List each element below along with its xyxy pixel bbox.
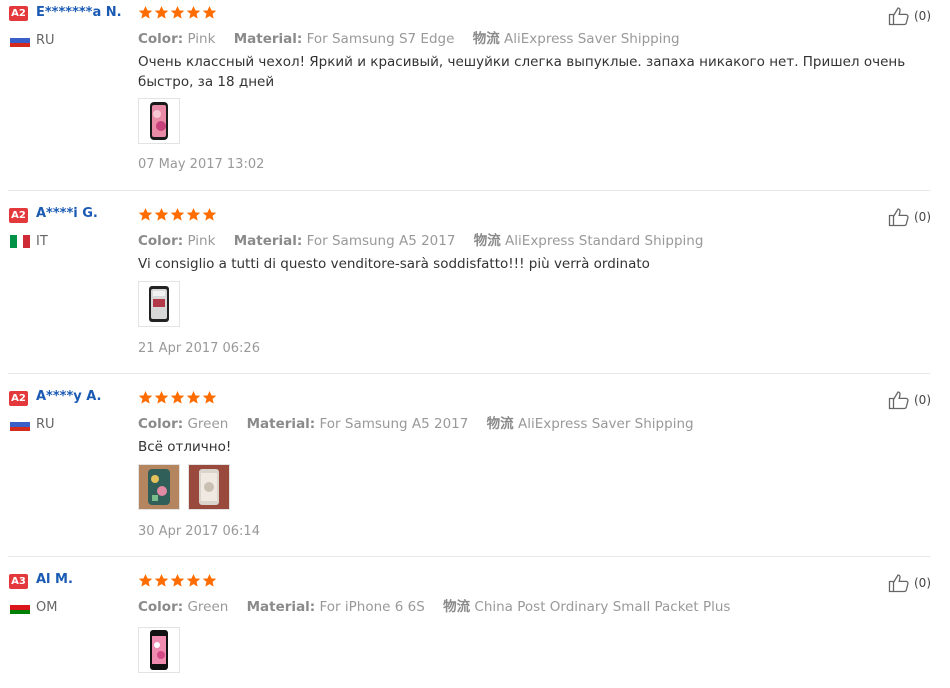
country-flag-icon	[10, 418, 30, 431]
star-icon	[202, 573, 217, 587]
star-rating	[138, 207, 217, 223]
star-icon	[202, 5, 217, 19]
review-photo-thumbnail[interactable]	[138, 98, 180, 144]
star-rating	[138, 5, 217, 21]
review-item: A2 A****i G. IT Color: Pink Material: Fo…	[0, 191, 950, 373]
order-attributes: Color: Green Material: For iPhone 6 6S 物…	[138, 595, 730, 615]
material-value: For Samsung A5 2017	[319, 416, 469, 432]
shipping-label: 物流	[472, 31, 500, 47]
country-flag-icon	[10, 601, 30, 614]
shipping-label: 物流	[443, 599, 471, 615]
star-icon	[138, 573, 153, 587]
review-date: 30 Apr 2017 06:14	[138, 524, 260, 539]
thumbs-up-icon	[888, 391, 909, 410]
order-attributes: Color: Green Material: For Samsung A5 20…	[138, 412, 694, 432]
star-icon	[186, 207, 201, 221]
buyer-level-badge: A3	[9, 574, 28, 589]
star-icon	[154, 390, 169, 404]
shipping-value: AliExpress Standard Shipping	[505, 233, 704, 249]
country-flag-icon	[10, 34, 30, 47]
star-icon	[154, 573, 169, 587]
review-photo-thumbnail[interactable]	[138, 464, 180, 510]
star-icon	[202, 390, 217, 404]
star-icon	[138, 207, 153, 221]
star-icon	[170, 390, 185, 404]
material-label: Material:	[246, 416, 316, 432]
helpful-button[interactable]: (0)	[888, 390, 931, 410]
shipping-label: 物流	[473, 233, 501, 249]
reviewer-country: IT	[36, 234, 48, 249]
thumbs-up-icon	[888, 208, 909, 227]
shipping-value: China Post Ordinary Small Packet Plus	[474, 599, 731, 615]
reviewer-country: RU	[36, 33, 55, 48]
helpful-count: (0)	[914, 9, 931, 23]
helpful-button[interactable]: (0)	[888, 573, 931, 593]
material-label: Material:	[233, 233, 303, 249]
helpful-button[interactable]: (0)	[888, 207, 931, 227]
review-item: A2 A****y A. RU Color: Green Material: F…	[0, 374, 950, 556]
color-label: Color:	[138, 416, 184, 432]
shipping-label: 物流	[486, 416, 514, 432]
material-label: Material:	[233, 31, 303, 47]
color-label: Color:	[138, 31, 184, 47]
review-date: 07 May 2017 13:02	[138, 157, 265, 172]
reviewer-country: RU	[36, 417, 55, 432]
review-date: 21 Apr 2017 06:26	[138, 341, 260, 356]
helpful-count: (0)	[914, 210, 931, 224]
thumbs-up-icon	[888, 574, 909, 593]
review-text: Vi consiglio a tutti di questo venditore…	[138, 256, 650, 272]
helpful-button[interactable]: (0)	[888, 6, 931, 26]
star-icon	[138, 5, 153, 19]
star-icon	[154, 207, 169, 221]
buyer-level-badge: A2	[9, 6, 28, 21]
order-attributes: Color: Pink Material: For Samsung A5 201…	[138, 229, 703, 249]
star-icon	[138, 390, 153, 404]
review-text: Очень классный чехол! Яркий и красивый, …	[138, 54, 906, 90]
review-photo-thumbnail[interactable]	[138, 627, 180, 673]
helpful-count: (0)	[914, 576, 931, 590]
star-icon	[186, 573, 201, 587]
star-icon	[170, 573, 185, 587]
review-photo-thumbnail[interactable]	[138, 281, 180, 327]
review-item: A3 Al M. OM Color: Green Material: For i…	[0, 557, 950, 688]
material-value: For iPhone 6 6S	[319, 599, 425, 615]
reviewer-name[interactable]: Al M.	[36, 572, 73, 587]
thumbs-up-icon	[888, 7, 909, 26]
review-text: Всё отлично!	[138, 439, 232, 455]
star-icon	[202, 207, 217, 221]
star-icon	[186, 5, 201, 19]
color-value: Pink	[187, 233, 216, 249]
color-label: Color:	[138, 599, 184, 615]
star-rating	[138, 390, 217, 406]
material-value: For Samsung A5 2017	[306, 233, 456, 249]
review-item: A2 E*******a N. RU Color: Pink Material:…	[0, 0, 950, 190]
star-icon	[170, 207, 185, 221]
star-icon	[154, 5, 169, 19]
star-icon	[170, 5, 185, 19]
color-value: Pink	[187, 31, 216, 47]
reviewer-name[interactable]: A****i G.	[36, 206, 98, 221]
reviewer-name[interactable]: E*******a N.	[36, 5, 122, 20]
order-attributes: Color: Pink Material: For Samsung S7 Edg…	[138, 27, 680, 47]
color-label: Color:	[138, 233, 184, 249]
reviewer-country: OM	[36, 600, 58, 615]
shipping-value: AliExpress Saver Shipping	[504, 31, 680, 47]
helpful-count: (0)	[914, 393, 931, 407]
reviewer-name[interactable]: A****y A.	[36, 389, 102, 404]
shipping-value: AliExpress Saver Shipping	[517, 416, 694, 432]
color-value: Green	[187, 416, 229, 432]
star-icon	[186, 390, 201, 404]
buyer-level-badge: A2	[9, 391, 28, 406]
material-value: For Samsung S7 Edge	[306, 31, 455, 47]
star-rating	[138, 573, 217, 589]
buyer-level-badge: A2	[9, 208, 28, 223]
color-value: Green	[187, 599, 229, 615]
review-photo-thumbnail[interactable]	[188, 464, 230, 510]
material-label: Material:	[246, 599, 316, 615]
country-flag-icon	[10, 235, 31, 248]
